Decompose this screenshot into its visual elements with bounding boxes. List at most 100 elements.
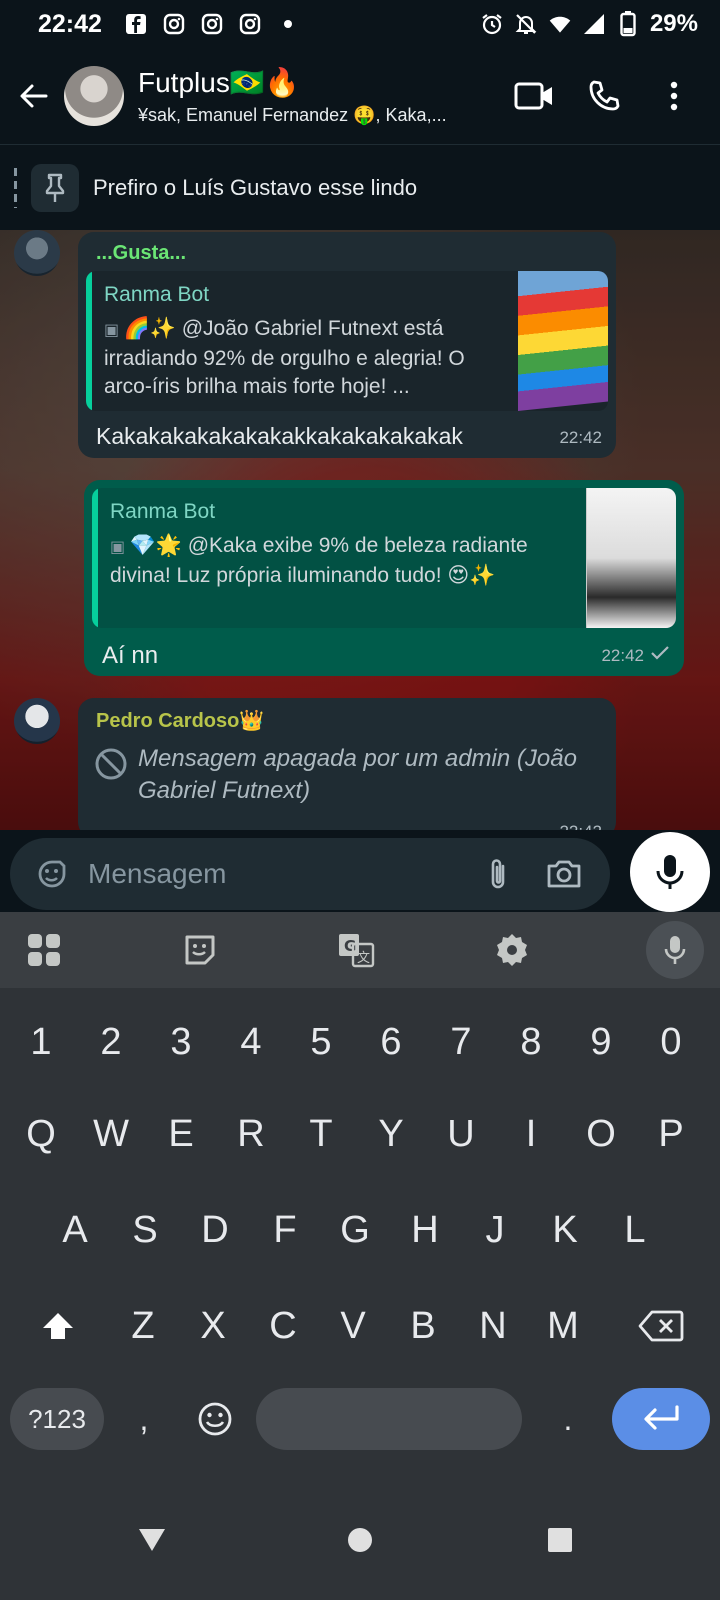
key-n[interactable]: N	[458, 1278, 528, 1374]
key-x[interactable]: X	[178, 1278, 248, 1374]
message-bubble[interactable]: ...Gusta... Ranma Bot ▣ 🌈✨ @João Gabriel…	[78, 232, 616, 458]
keyboard-row-3: Z X C V B N M	[0, 1278, 720, 1374]
sticker-icon[interactable]	[178, 928, 222, 972]
square-icon	[548, 1528, 572, 1552]
shift-key[interactable]	[20, 1278, 96, 1374]
key-r[interactable]: R	[216, 1086, 286, 1182]
key-k[interactable]: K	[530, 1182, 600, 1278]
group-avatar[interactable]	[64, 66, 124, 126]
message-meta: 22:42	[601, 645, 670, 666]
key-4[interactable]: 4	[216, 994, 286, 1090]
microphone-icon	[656, 855, 684, 889]
key-f[interactable]: F	[250, 1182, 320, 1278]
voice-call-button[interactable]	[584, 76, 624, 116]
emoji-key[interactable]	[180, 1388, 250, 1450]
key-j[interactable]: J	[460, 1182, 530, 1278]
quoted-text: ▣ 🌈✨ @João Gabriel Futnext está irradian…	[104, 317, 465, 398]
message-time: 22:42	[559, 822, 602, 830]
message-input[interactable]: Mensagem	[88, 858, 478, 890]
key-o[interactable]: O	[566, 1086, 636, 1182]
key-h[interactable]: H	[390, 1182, 460, 1278]
key-m[interactable]: M	[528, 1278, 598, 1374]
chat-area[interactable]: ...Gusta... Ranma Bot ▣ 🌈✨ @João Gabriel…	[0, 230, 720, 830]
key-3[interactable]: 3	[146, 994, 216, 1090]
system-nav-bar	[0, 1486, 720, 1600]
camera-button[interactable]	[544, 854, 584, 894]
settings-icon[interactable]	[490, 928, 534, 972]
symbols-key[interactable]: ?123	[10, 1388, 104, 1450]
key-2[interactable]: 2	[76, 994, 146, 1090]
key-9[interactable]: 9	[566, 994, 636, 1090]
mic-icon	[664, 936, 686, 964]
key-c[interactable]: C	[248, 1278, 318, 1374]
key-8[interactable]: 8	[496, 994, 566, 1090]
nav-recents-button[interactable]	[542, 1522, 578, 1558]
keyboard-mic-button[interactable]	[646, 921, 704, 979]
enter-icon	[644, 1405, 679, 1430]
nav-home-button[interactable]	[342, 1522, 378, 1558]
key-t[interactable]: T	[286, 1086, 356, 1182]
key-s[interactable]: S	[110, 1182, 180, 1278]
bell-off-icon	[514, 12, 538, 36]
key-l[interactable]: L	[600, 1182, 670, 1278]
backspace-key[interactable]	[618, 1278, 704, 1374]
key-p[interactable]: P	[636, 1086, 706, 1182]
status-bar: 22:42 29%	[0, 0, 720, 48]
back-button[interactable]	[6, 68, 62, 124]
message-meta: 22:42	[559, 428, 602, 448]
sender-avatar[interactable]	[14, 698, 60, 744]
message-input-container[interactable]: Mensagem	[10, 838, 610, 910]
composer: Mensagem	[0, 830, 720, 912]
translate-icon[interactable]: G文	[334, 928, 378, 972]
key-i[interactable]: I	[496, 1086, 566, 1182]
key-5[interactable]: 5	[286, 994, 356, 1090]
space-key[interactable]	[256, 1388, 522, 1450]
key-0[interactable]: 0	[636, 994, 706, 1090]
video-camera-icon	[514, 82, 552, 110]
sender-avatar[interactable]	[14, 230, 60, 276]
message-bubble[interactable]: Pedro Cardoso👑 Mensagem apagada por um a…	[78, 698, 616, 830]
instagram-icon	[162, 12, 186, 36]
attach-button[interactable]	[478, 854, 518, 894]
key-g[interactable]: G	[320, 1182, 390, 1278]
message-text: Aí nn	[102, 642, 159, 669]
key-q[interactable]: Q	[6, 1086, 76, 1182]
shift-icon	[43, 1313, 73, 1339]
period-key[interactable]: .	[526, 1388, 610, 1450]
voice-record-button[interactable]	[630, 832, 710, 912]
key-v[interactable]: V	[318, 1278, 388, 1374]
quoted-sender: Ranma Bot	[110, 500, 216, 523]
key-1[interactable]: 1	[6, 994, 76, 1090]
key-u[interactable]: U	[426, 1086, 496, 1182]
quoted-message[interactable]: Ranma Bot ▣ 💎🌟 @Kaka exibe 9% de beleza …	[92, 488, 676, 628]
dot-icon	[276, 12, 300, 36]
key-d[interactable]: D	[180, 1182, 250, 1278]
key-b[interactable]: B	[388, 1278, 458, 1374]
key-a[interactable]: A	[40, 1182, 110, 1278]
video-call-button[interactable]	[514, 76, 554, 116]
battery-percent: 29%	[649, 10, 698, 37]
chat-info[interactable]: Futplus🇧🇷🔥 ¥sak, Emanuel Fernandez 🤑, Ka…	[138, 66, 498, 126]
key-7[interactable]: 7	[426, 994, 496, 1090]
quoted-message[interactable]: Ranma Bot ▣ 🌈✨ @João Gabriel Futnext est…	[86, 271, 608, 411]
key-e[interactable]: E	[146, 1086, 216, 1182]
signal-icon	[582, 12, 606, 36]
arrow-left-icon	[20, 84, 48, 108]
message-text: Kakakakakakakakakkakakakakakak	[96, 423, 463, 449]
instagram-icon	[200, 12, 224, 36]
key-w[interactable]: W	[76, 1086, 146, 1182]
apps-icon[interactable]	[22, 928, 66, 972]
key-6[interactable]: 6	[356, 994, 426, 1090]
pinned-message[interactable]: Prefiro o Luís Gustavo esse lindo	[0, 144, 720, 230]
message-bubble-outgoing[interactable]: Ranma Bot ▣ 💎🌟 @Kaka exibe 9% de beleza …	[84, 480, 684, 676]
key-z[interactable]: Z	[108, 1278, 178, 1374]
enter-key[interactable]	[612, 1388, 710, 1450]
more-options-button[interactable]	[654, 76, 694, 116]
quoted-sender: Ranma Bot	[104, 283, 210, 306]
sticker-icon[interactable]	[32, 854, 72, 894]
nav-back-button[interactable]	[134, 1522, 170, 1558]
comma-key[interactable]: ,	[112, 1388, 176, 1450]
svg-text:文: 文	[357, 951, 370, 966]
key-y[interactable]: Y	[356, 1086, 426, 1182]
keyboard-row-2: A S D F G H J K L	[0, 1182, 720, 1278]
